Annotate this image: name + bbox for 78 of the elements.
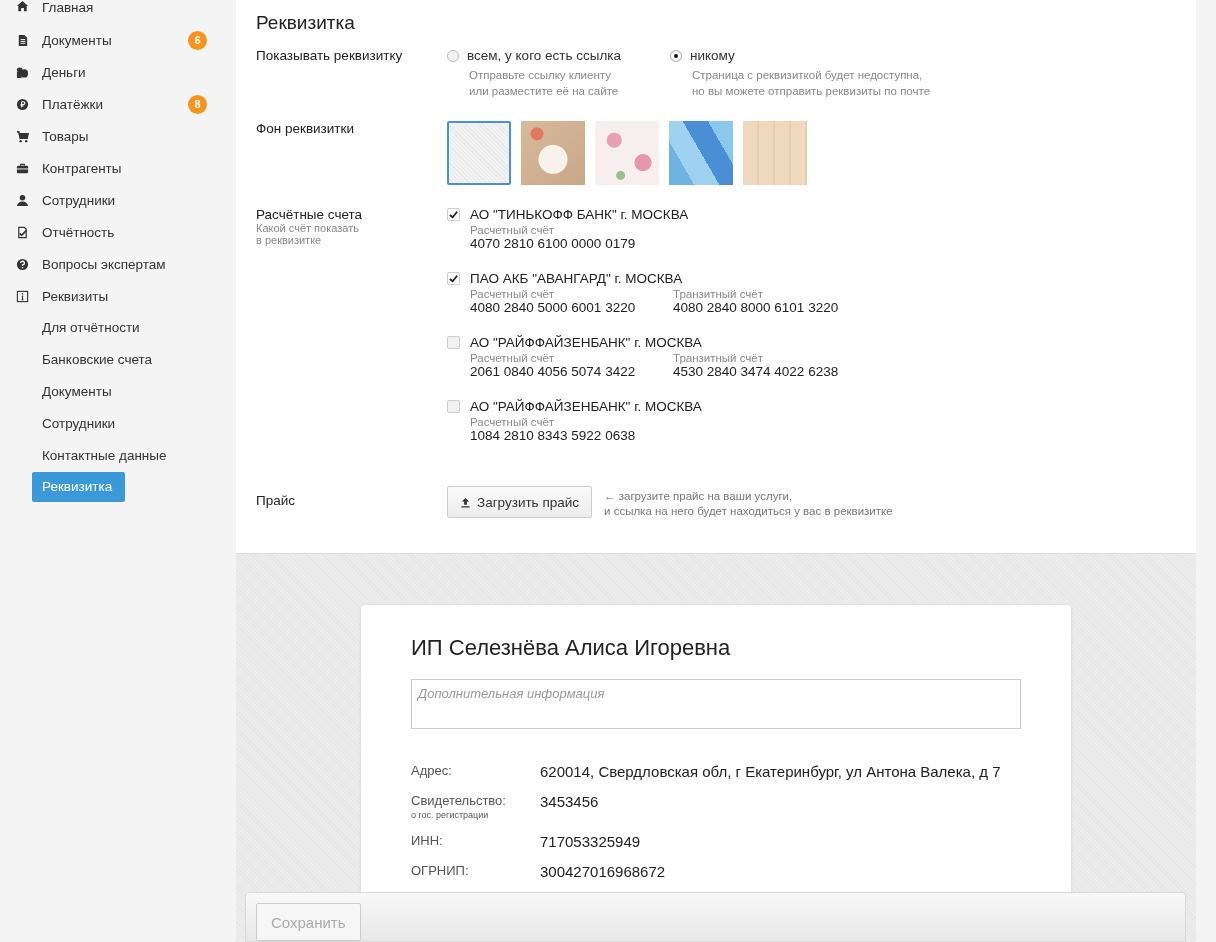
- count-badge: 8: [188, 94, 207, 114]
- briefcase-icon: [16, 161, 29, 175]
- house-icon: [16, 0, 29, 13]
- detail-value: 300427016968672: [540, 863, 666, 880]
- report-check-icon: [16, 225, 29, 239]
- desk-background-swatch[interactable]: [521, 121, 585, 185]
- account-type: Расчетный счёт: [470, 416, 556, 428]
- option-label[interactable]: всем, у кого есть ссылка: [467, 48, 622, 63]
- sidebar-item[interactable]: Реквизиты: [0, 280, 236, 312]
- coins-icon: [16, 65, 29, 79]
- wood-background-swatch[interactable]: [743, 121, 807, 185]
- account-type: Транзитный счёт: [673, 288, 764, 300]
- card-title: ИП Селезнёва Алиса Игоревна: [411, 635, 732, 661]
- checkbox[interactable]: [447, 208, 460, 221]
- sidebar-subitem[interactable]: Контактные данные: [0, 440, 236, 472]
- field-label: Показывать реквизитку: [256, 48, 403, 63]
- sidebar-subitem[interactable]: Банковские счета: [0, 344, 236, 376]
- document-icon: [16, 33, 29, 47]
- sidebar-item[interactable]: Документы 6: [0, 24, 236, 56]
- ruble-coin-icon: [16, 97, 29, 111]
- detail-label: ИНН:: [411, 833, 444, 848]
- option-hint: Отправьте ссылку клиенту или разместите её на сайте: [468, 68, 620, 99]
- paper-background-swatch[interactable]: [447, 121, 511, 185]
- checkbox[interactable]: [447, 400, 460, 413]
- cart-icon: [16, 129, 29, 143]
- account-type: Расчетный счёт: [470, 288, 556, 300]
- detail-value: 717053325949: [540, 833, 641, 850]
- detail-label: Свидетельство:: [411, 793, 507, 808]
- upload-hint: ← загрузите прайс на ваши услуги, и ссылка на него будет находиться у вас в реквизитке: [604, 489, 893, 519]
- additional-info-field[interactable]: Дополнительная информация: [411, 679, 1021, 729]
- account-number: 4070 2810 6100 0000 0179: [470, 236, 637, 251]
- sidebar-item[interactable]: Деньги: [0, 56, 236, 88]
- sidebar-item[interactable]: Главная: [0, 0, 236, 24]
- account-number: 2061 0840 4056 5074 3422: [470, 364, 637, 379]
- account-type: Расчетный счёт: [470, 352, 556, 364]
- account-number: 4080 2840 5000 6001 3220: [470, 300, 637, 315]
- checkbox[interactable]: [447, 272, 460, 285]
- bank-name[interactable]: АО "ТИНЬКОФФ БАНК" г. МОСКВА: [470, 207, 689, 222]
- detail-label: Адрес:: [411, 763, 453, 778]
- account-number: 4530 2840 3474 4022 6238: [673, 364, 840, 379]
- account-number: 1084 2810 8343 5922 0638: [470, 428, 637, 443]
- triangles-background-swatch[interactable]: [669, 121, 733, 185]
- upload-icon: [460, 496, 471, 508]
- sidebar-item[interactable]: Платёжки 8: [0, 88, 236, 120]
- sidebar-item[interactable]: Вопросы экспертам: [0, 248, 236, 280]
- sidebar-item[interactable]: Товары: [0, 120, 236, 152]
- sidebar-item[interactable]: Контрагенты: [0, 152, 236, 184]
- detail-value: 620014, Свердловская обл, г Екатеринбург, ул Антона Валека, д 7: [540, 763, 1001, 780]
- field-label: Прайс: [256, 493, 295, 508]
- radio-button[interactable]: [447, 49, 459, 62]
- field-label: Расчётные счета: [256, 207, 364, 222]
- sidebar-subitem[interactable]: Сотрудники: [0, 408, 236, 440]
- sidebar-subitem[interactable]: Документы: [0, 376, 236, 408]
- sidebar-item[interactable]: Сотрудники: [0, 184, 236, 216]
- option-hint: Страница с реквизиткой будет недоступна, но вы можете отправить реквизиты по почте: [691, 68, 931, 99]
- sidebar-subitem[interactable]: Для отчётности: [0, 312, 236, 344]
- upload-price-button[interactable]: Загрузить прайс: [447, 486, 592, 518]
- sidebar-item[interactable]: Отчётность: [0, 216, 236, 248]
- radio-button[interactable]: [670, 49, 682, 62]
- person-icon: [16, 193, 29, 207]
- help-icon: [16, 257, 29, 271]
- detail-sublabel: о гос. регистрации: [411, 810, 490, 820]
- detail-value: 3453456: [540, 793, 599, 812]
- info-icon: [16, 289, 29, 303]
- checkbox[interactable]: [447, 336, 460, 349]
- account-type: Расчетный счёт: [470, 224, 556, 236]
- option-label[interactable]: никому: [690, 48, 735, 63]
- bank-name[interactable]: АО "РАЙФФАЙЗЕНБАНК" г. МОСКВА: [470, 399, 702, 414]
- bank-name[interactable]: ПАО АКБ "АВАНГАРД" г. МОСКВА: [470, 271, 683, 286]
- count-badge: 6: [188, 30, 207, 50]
- field-label: Фон реквизитки: [256, 121, 354, 136]
- section-title: Реквизитка: [256, 12, 356, 34]
- field-hint: Какой счёт показать в реквизитке: [256, 222, 360, 246]
- detail-label: ОГРНИП:: [411, 863, 470, 878]
- bank-name[interactable]: АО "РАЙФФАЙЗЕНБАНК" г. МОСКВА: [470, 335, 702, 350]
- floral-background-swatch[interactable]: [595, 121, 659, 185]
- account-type: Транзитный счёт: [673, 352, 764, 364]
- account-number: 4080 2840 8000 6101 3220: [673, 300, 840, 315]
